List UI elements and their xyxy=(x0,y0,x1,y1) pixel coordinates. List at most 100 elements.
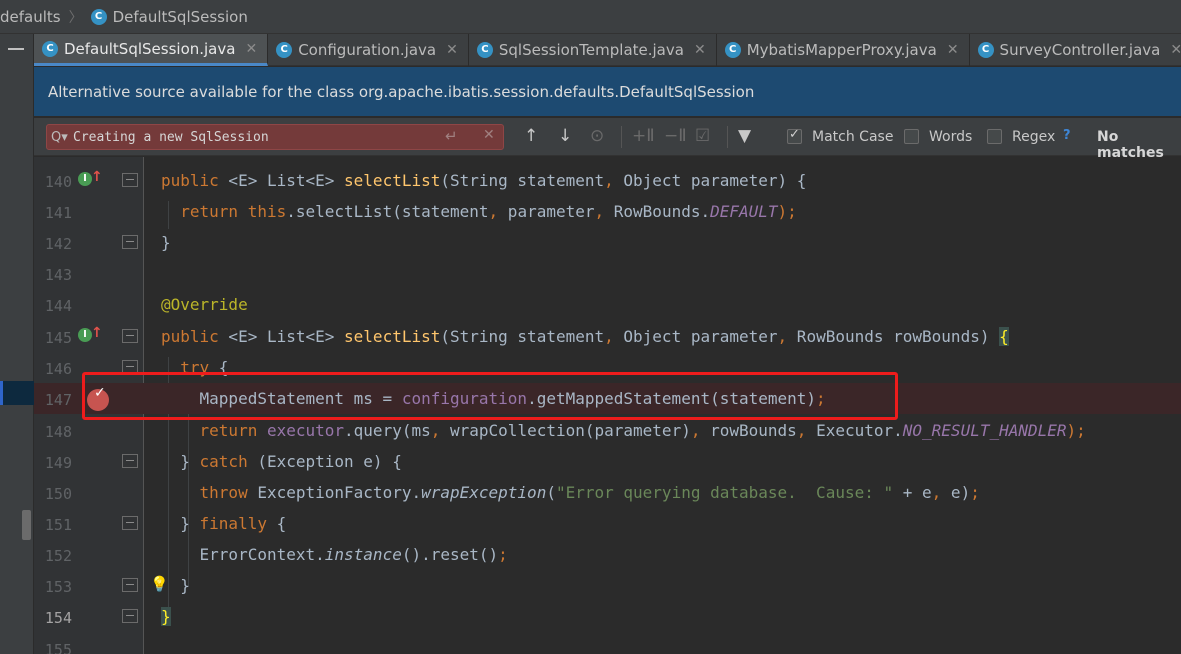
code-line[interactable]: 151 } finally { xyxy=(34,508,1181,539)
fold-icon[interactable] xyxy=(122,454,138,468)
chevron-right-icon: 〉 xyxy=(68,9,83,26)
fold-icon[interactable] xyxy=(122,516,138,530)
line-number: 149 xyxy=(44,454,72,472)
code-line[interactable]: 141 return this.selectList(statement, pa… xyxy=(34,196,1181,227)
code-text: public <E> List<E> selectList(String sta… xyxy=(161,327,1009,346)
toolbar-separator xyxy=(727,126,728,148)
line-number: 144 xyxy=(44,297,72,315)
line-number: 152 xyxy=(44,547,72,565)
left-tool-stripe xyxy=(0,34,34,654)
code-text: ErrorContext.instance().reset(); xyxy=(161,545,508,564)
fold-icon[interactable] xyxy=(122,235,138,249)
line-number: 145 xyxy=(44,329,72,347)
breadcrumb-class-label: DefaultSqlSession xyxy=(112,7,248,26)
alternative-source-banner: Alternative source available for the cla… xyxy=(34,67,1181,117)
fold-icon[interactable] xyxy=(122,609,138,623)
line-number: 154 xyxy=(44,609,72,627)
code-text: return executor.query(ms, wrapCollection… xyxy=(199,421,1086,440)
close-icon[interactable]: ✕ xyxy=(1170,42,1181,58)
fold-icon[interactable] xyxy=(122,578,138,592)
select-all-occurrences-icon[interactable]: ☑ xyxy=(695,126,710,146)
breadcrumb-class[interactable]: C DefaultSqlSession xyxy=(90,7,248,26)
line-number: 153 xyxy=(44,578,72,596)
close-icon[interactable]: ✕ xyxy=(947,42,959,58)
clear-search-icon[interactable]: ✕ xyxy=(483,127,495,143)
tab-surveycontroller[interactable]: C SurveyController.java ✕ xyxy=(970,34,1181,66)
fold-icon[interactable] xyxy=(122,173,138,187)
breadcrumb: defaults 〉 C DefaultSqlSession xyxy=(0,0,1181,34)
project-panel-selection xyxy=(0,381,34,405)
line-number: 140 xyxy=(44,173,72,191)
class-icon: C xyxy=(476,42,493,58)
code-text: } catch (Exception e) { xyxy=(161,452,402,471)
tab-label: DefaultSqlSession.java xyxy=(64,39,236,58)
line-number: 151 xyxy=(44,516,72,534)
implements-method-icon[interactable]: I ↑ xyxy=(78,169,103,190)
match-case-checkbox[interactable] xyxy=(787,127,802,144)
code-line[interactable]: 144 @Override xyxy=(34,289,1181,320)
code-line-current[interactable]: 154 } xyxy=(34,601,1181,632)
remove-occurrence-icon[interactable]: −Ⅱ xyxy=(664,126,687,146)
find-bar: Q▾ ↵ ✕ ↑ ↓ ⊙ +Ⅱ −Ⅱ ☑ ▼ Match Case Words … xyxy=(34,118,1181,161)
regex-checkbox[interactable] xyxy=(987,129,1002,144)
code-line[interactable]: 152 ErrorContext.instance().reset(); xyxy=(34,539,1181,570)
next-occurrence-icon[interactable]: ↓ xyxy=(558,126,572,146)
fold-icon[interactable] xyxy=(122,329,138,343)
words-label[interactable]: Words xyxy=(929,129,972,145)
tab-label: Configuration.java xyxy=(298,41,437,59)
close-icon[interactable]: ✕ xyxy=(245,41,257,57)
class-icon: C xyxy=(724,42,741,58)
tab-sqlsessiontemplate[interactable]: C SqlSessionTemplate.java ✕ xyxy=(469,34,717,66)
code-line[interactable]: 155 xyxy=(34,633,1181,654)
class-icon: C xyxy=(90,8,107,25)
tab-configuration[interactable]: C Configuration.java ✕ xyxy=(268,34,469,66)
code-line[interactable]: 142 } xyxy=(34,227,1181,258)
line-number: 155 xyxy=(44,641,72,654)
tab-mybatismapperproxy[interactable]: C MybatisMapperProxy.java ✕ xyxy=(717,34,970,66)
newline-icon[interactable]: ↵ xyxy=(445,127,458,145)
panel-scrollbar[interactable] xyxy=(22,510,31,540)
filter-icon[interactable]: ▼ xyxy=(738,126,751,146)
line-number: 150 xyxy=(44,485,72,503)
highlight-annotation-box xyxy=(82,372,898,420)
breadcrumb-package[interactable]: defaults xyxy=(0,8,61,26)
code-text: throw ExceptionFactory.wrapException("Er… xyxy=(199,483,980,502)
toolbar-separator xyxy=(621,126,622,148)
close-icon[interactable]: ✕ xyxy=(446,42,458,58)
tab-label: SurveyController.java xyxy=(999,41,1161,59)
search-box: Q▾ ↵ ✕ xyxy=(46,124,504,150)
line-number: 148 xyxy=(44,423,72,441)
banner-text: Alternative source available for the cla… xyxy=(48,82,755,101)
editor-tabs: C DefaultSqlSession.java ✕ C Configurati… xyxy=(34,34,1181,66)
add-occurrence-icon[interactable]: +Ⅱ xyxy=(632,126,655,146)
regex-label[interactable]: Regex xyxy=(1012,129,1055,145)
line-number: 147 xyxy=(44,391,72,409)
line-number: 141 xyxy=(44,204,72,222)
search-input[interactable] xyxy=(73,129,433,145)
words-checkbox[interactable] xyxy=(904,129,919,144)
search-history-icon[interactable]: Q▾ xyxy=(51,130,73,145)
close-icon[interactable]: ✕ xyxy=(694,42,706,58)
tab-label: MybatisMapperProxy.java xyxy=(746,41,937,59)
code-line[interactable]: 140 I ↑ public <E> List<E> selectList(Str… xyxy=(34,165,1181,196)
code-line[interactable]: 150 throw ExceptionFactory.wrapException… xyxy=(34,477,1181,508)
tab-defaultsqlsession[interactable]: C DefaultSqlSession.java ✕ xyxy=(34,34,269,66)
match-case-label[interactable]: Match Case xyxy=(812,129,893,145)
line-number: 142 xyxy=(44,235,72,253)
previous-occurrence-icon[interactable]: ↑ xyxy=(524,126,538,146)
code-line[interactable]: 149 } catch (Exception e) { xyxy=(34,446,1181,477)
find-in-window-icon[interactable]: ⊙ xyxy=(590,126,604,146)
code-text: } finally { xyxy=(161,514,287,533)
class-icon: C xyxy=(977,42,994,58)
code-text: return this.selectList(statement, parame… xyxy=(180,202,797,221)
line-number: 143 xyxy=(44,266,72,284)
regex-help-icon[interactable]: ? xyxy=(1063,128,1071,143)
code-line[interactable]: 153 💡 } xyxy=(34,570,1181,601)
code-line[interactable]: 143 xyxy=(34,258,1181,289)
implements-method-icon[interactable]: I ↑ xyxy=(78,325,103,346)
code-text: } xyxy=(161,607,171,626)
code-line[interactable]: 145 I ↑ public <E> List<E> selectList(Str… xyxy=(34,321,1181,352)
class-icon: C xyxy=(276,42,293,58)
hide-panel-icon[interactable] xyxy=(8,48,24,50)
code-text: } xyxy=(161,233,171,252)
